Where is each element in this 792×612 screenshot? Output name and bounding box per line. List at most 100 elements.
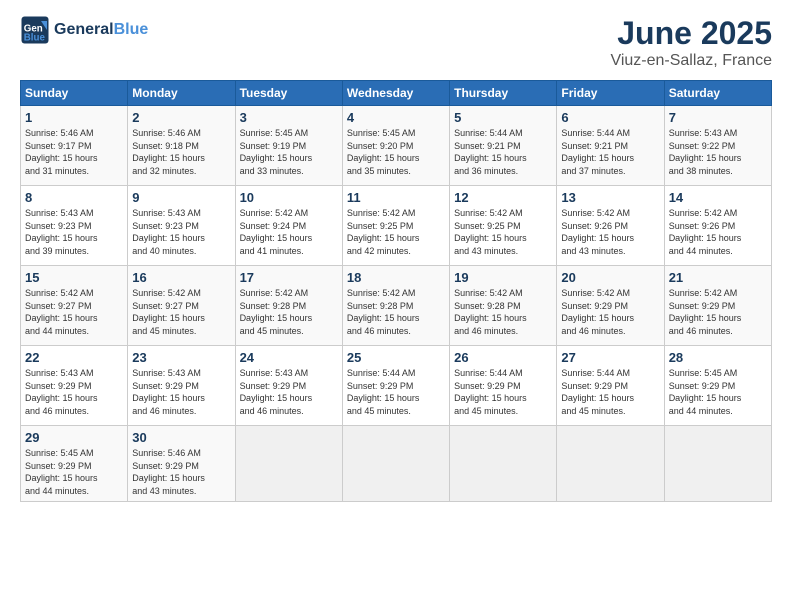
- day-number: 10: [240, 190, 338, 205]
- day-number: 27: [561, 350, 659, 365]
- calendar-cell: [557, 426, 664, 502]
- calendar-cell: 19 Sunrise: 5:42 AM Sunset: 9:28 PM Dayl…: [450, 266, 557, 346]
- day-number: 3: [240, 110, 338, 125]
- day-number: 13: [561, 190, 659, 205]
- day-detail: Sunrise: 5:43 AM Sunset: 9:29 PM Dayligh…: [240, 367, 338, 417]
- calendar-cell: [342, 426, 449, 502]
- day-detail: Sunrise: 5:43 AM Sunset: 9:23 PM Dayligh…: [132, 207, 230, 257]
- col-monday: Monday: [128, 81, 235, 106]
- logo-blue: Blue: [114, 21, 149, 38]
- day-number: 28: [669, 350, 767, 365]
- calendar-cell: 3 Sunrise: 5:45 AM Sunset: 9:19 PM Dayli…: [235, 106, 342, 186]
- day-number: 25: [347, 350, 445, 365]
- day-number: 11: [347, 190, 445, 205]
- day-number: 4: [347, 110, 445, 125]
- col-friday: Friday: [557, 81, 664, 106]
- day-number: 5: [454, 110, 552, 125]
- calendar-cell: 10 Sunrise: 5:42 AM Sunset: 9:24 PM Dayl…: [235, 186, 342, 266]
- svg-text:Blue: Blue: [24, 33, 46, 44]
- calendar-cell: 13 Sunrise: 5:42 AM Sunset: 9:26 PM Dayl…: [557, 186, 664, 266]
- day-number: 6: [561, 110, 659, 125]
- calendar-cell: 24 Sunrise: 5:43 AM Sunset: 9:29 PM Dayl…: [235, 346, 342, 426]
- calendar-cell: 12 Sunrise: 5:42 AM Sunset: 9:25 PM Dayl…: [450, 186, 557, 266]
- day-number: 16: [132, 270, 230, 285]
- calendar-cell: [664, 426, 771, 502]
- day-number: 21: [669, 270, 767, 285]
- page: Gen Blue GeneralBlue June 2025 Viuz-en-S…: [0, 0, 792, 612]
- calendar-cell: 27 Sunrise: 5:44 AM Sunset: 9:29 PM Dayl…: [557, 346, 664, 426]
- calendar-cell: 7 Sunrise: 5:43 AM Sunset: 9:22 PM Dayli…: [664, 106, 771, 186]
- day-number: 9: [132, 190, 230, 205]
- day-number: 19: [454, 270, 552, 285]
- day-detail: Sunrise: 5:43 AM Sunset: 9:22 PM Dayligh…: [669, 127, 767, 177]
- calendar-cell: 26 Sunrise: 5:44 AM Sunset: 9:29 PM Dayl…: [450, 346, 557, 426]
- day-detail: Sunrise: 5:42 AM Sunset: 9:28 PM Dayligh…: [347, 287, 445, 337]
- calendar-header-row: Sunday Monday Tuesday Wednesday Thursday…: [21, 81, 772, 106]
- logo-text-block: GeneralBlue: [54, 21, 148, 39]
- calendar-cell: 11 Sunrise: 5:42 AM Sunset: 9:25 PM Dayl…: [342, 186, 449, 266]
- day-detail: Sunrise: 5:42 AM Sunset: 9:25 PM Dayligh…: [347, 207, 445, 257]
- calendar-cell: 5 Sunrise: 5:44 AM Sunset: 9:21 PM Dayli…: [450, 106, 557, 186]
- day-number: 18: [347, 270, 445, 285]
- calendar-cell: 21 Sunrise: 5:42 AM Sunset: 9:29 PM Dayl…: [664, 266, 771, 346]
- day-detail: Sunrise: 5:46 AM Sunset: 9:17 PM Dayligh…: [25, 127, 123, 177]
- col-sunday: Sunday: [21, 81, 128, 106]
- calendar-table: Sunday Monday Tuesday Wednesday Thursday…: [20, 80, 772, 502]
- calendar-cell: 4 Sunrise: 5:45 AM Sunset: 9:20 PM Dayli…: [342, 106, 449, 186]
- day-detail: Sunrise: 5:44 AM Sunset: 9:29 PM Dayligh…: [454, 367, 552, 417]
- calendar-cell: 15 Sunrise: 5:42 AM Sunset: 9:27 PM Dayl…: [21, 266, 128, 346]
- day-detail: Sunrise: 5:43 AM Sunset: 9:29 PM Dayligh…: [132, 367, 230, 417]
- col-saturday: Saturday: [664, 81, 771, 106]
- day-number: 14: [669, 190, 767, 205]
- calendar-cell: 14 Sunrise: 5:42 AM Sunset: 9:26 PM Dayl…: [664, 186, 771, 266]
- calendar-cell: 6 Sunrise: 5:44 AM Sunset: 9:21 PM Dayli…: [557, 106, 664, 186]
- calendar-cell: 8 Sunrise: 5:43 AM Sunset: 9:23 PM Dayli…: [21, 186, 128, 266]
- day-number: 8: [25, 190, 123, 205]
- day-detail: Sunrise: 5:44 AM Sunset: 9:29 PM Dayligh…: [561, 367, 659, 417]
- day-number: 7: [669, 110, 767, 125]
- day-number: 22: [25, 350, 123, 365]
- calendar-cell: 17 Sunrise: 5:42 AM Sunset: 9:28 PM Dayl…: [235, 266, 342, 346]
- calendar-cell: 28 Sunrise: 5:45 AM Sunset: 9:29 PM Dayl…: [664, 346, 771, 426]
- calendar-cell: [450, 426, 557, 502]
- calendar-body: 1 Sunrise: 5:46 AM Sunset: 9:17 PM Dayli…: [21, 106, 772, 502]
- day-number: 15: [25, 270, 123, 285]
- calendar-cell: [235, 426, 342, 502]
- day-number: 30: [132, 430, 230, 445]
- day-number: 29: [25, 430, 123, 445]
- day-number: 17: [240, 270, 338, 285]
- day-number: 24: [240, 350, 338, 365]
- calendar-cell: 1 Sunrise: 5:46 AM Sunset: 9:17 PM Dayli…: [21, 106, 128, 186]
- day-detail: Sunrise: 5:43 AM Sunset: 9:23 PM Dayligh…: [25, 207, 123, 257]
- calendar-cell: 23 Sunrise: 5:43 AM Sunset: 9:29 PM Dayl…: [128, 346, 235, 426]
- calendar-cell: 9 Sunrise: 5:43 AM Sunset: 9:23 PM Dayli…: [128, 186, 235, 266]
- day-detail: Sunrise: 5:46 AM Sunset: 9:29 PM Dayligh…: [132, 447, 230, 497]
- day-detail: Sunrise: 5:44 AM Sunset: 9:29 PM Dayligh…: [347, 367, 445, 417]
- day-detail: Sunrise: 5:42 AM Sunset: 9:25 PM Dayligh…: [454, 207, 552, 257]
- day-detail: Sunrise: 5:42 AM Sunset: 9:29 PM Dayligh…: [561, 287, 659, 337]
- logo: Gen Blue GeneralBlue: [20, 15, 148, 45]
- calendar-cell: 25 Sunrise: 5:44 AM Sunset: 9:29 PM Dayl…: [342, 346, 449, 426]
- header: Gen Blue GeneralBlue June 2025 Viuz-en-S…: [20, 15, 772, 70]
- day-detail: Sunrise: 5:45 AM Sunset: 9:29 PM Dayligh…: [669, 367, 767, 417]
- day-number: 20: [561, 270, 659, 285]
- day-number: 2: [132, 110, 230, 125]
- day-detail: Sunrise: 5:42 AM Sunset: 9:26 PM Dayligh…: [561, 207, 659, 257]
- calendar-cell: 2 Sunrise: 5:46 AM Sunset: 9:18 PM Dayli…: [128, 106, 235, 186]
- calendar-cell: 30 Sunrise: 5:46 AM Sunset: 9:29 PM Dayl…: [128, 426, 235, 502]
- day-detail: Sunrise: 5:42 AM Sunset: 9:28 PM Dayligh…: [454, 287, 552, 337]
- day-number: 23: [132, 350, 230, 365]
- main-title: June 2025: [610, 15, 772, 52]
- col-thursday: Thursday: [450, 81, 557, 106]
- calendar-cell: 22 Sunrise: 5:43 AM Sunset: 9:29 PM Dayl…: [21, 346, 128, 426]
- day-detail: Sunrise: 5:44 AM Sunset: 9:21 PM Dayligh…: [561, 127, 659, 177]
- day-detail: Sunrise: 5:42 AM Sunset: 9:27 PM Dayligh…: [25, 287, 123, 337]
- day-detail: Sunrise: 5:45 AM Sunset: 9:29 PM Dayligh…: [25, 447, 123, 497]
- day-detail: Sunrise: 5:43 AM Sunset: 9:29 PM Dayligh…: [25, 367, 123, 417]
- calendar-cell: 29 Sunrise: 5:45 AM Sunset: 9:29 PM Dayl…: [21, 426, 128, 502]
- calendar-cell: 18 Sunrise: 5:42 AM Sunset: 9:28 PM Dayl…: [342, 266, 449, 346]
- logo-icon: Gen Blue: [20, 15, 50, 45]
- subtitle: Viuz-en-Sallaz, France: [610, 52, 772, 70]
- day-number: 12: [454, 190, 552, 205]
- day-detail: Sunrise: 5:42 AM Sunset: 9:24 PM Dayligh…: [240, 207, 338, 257]
